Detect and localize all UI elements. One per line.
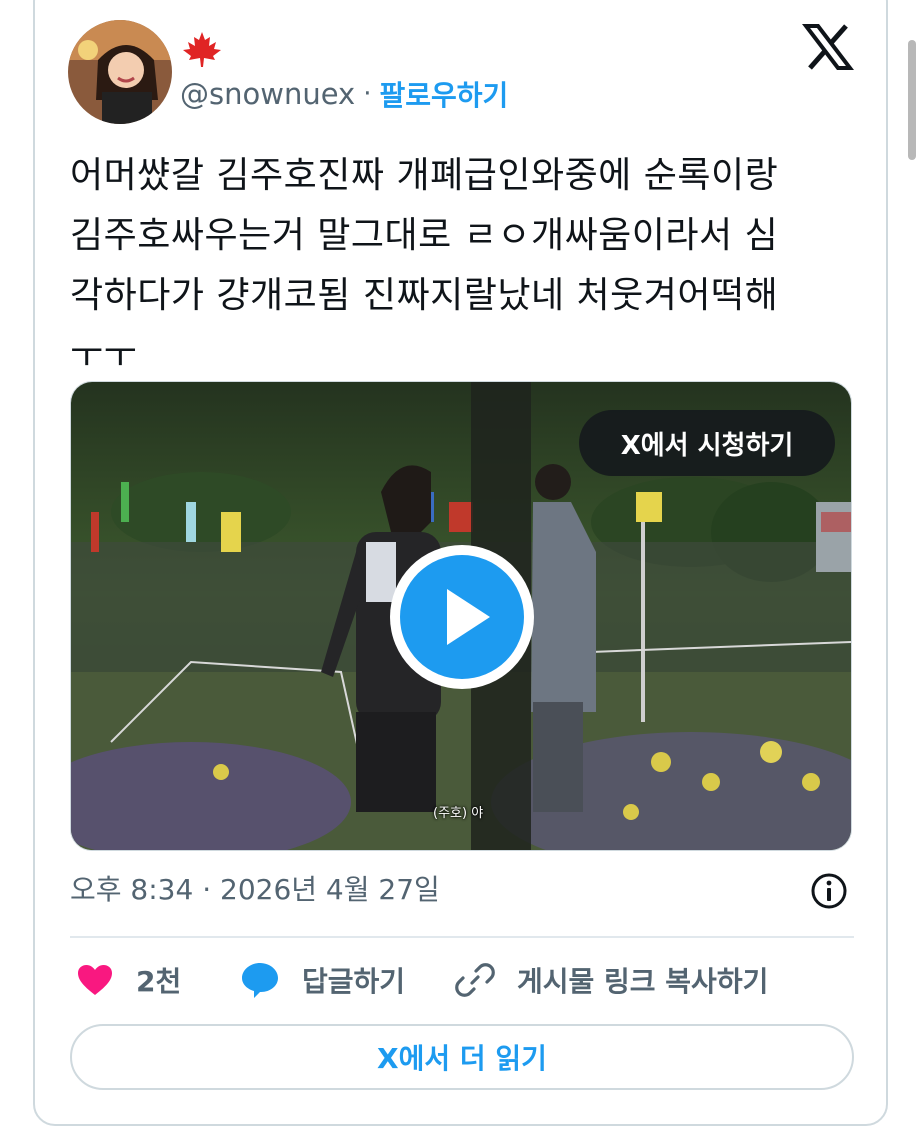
heart-icon xyxy=(78,965,112,995)
x-logo-icon[interactable] xyxy=(801,24,855,70)
info-icon[interactable] xyxy=(810,872,848,910)
link-icon xyxy=(455,963,495,997)
author-handle[interactable]: @snownuex xyxy=(180,77,355,111)
author-row: @snownuex · 팔로우하기 xyxy=(180,74,508,114)
tweet-timestamp[interactable]: 오후 8:34 · 2026년 4월 27일 xyxy=(70,868,440,908)
divider xyxy=(70,936,854,938)
like-count: 2천 xyxy=(136,965,182,998)
reply-label: 답글하기 xyxy=(302,965,406,998)
like-button[interactable]: 2천 xyxy=(76,955,181,1005)
avatar[interactable] xyxy=(68,20,172,124)
copy-link-label: 게시물 링크 복사하기 xyxy=(517,965,769,998)
reply-button[interactable]: 답글하기 xyxy=(240,955,405,1005)
video-player[interactable]: X에서 시청하기 (주호) 야 xyxy=(70,381,852,851)
play-button-inner xyxy=(400,555,524,679)
tweet-text: 어머썄갈 김주호진짜 개폐급인와중에 순록이랑 김주호싸우는거 말그대로 ㄹㅇ개… xyxy=(70,155,779,376)
watch-on-x-button[interactable]: X에서 시청하기 xyxy=(579,410,835,476)
action-bar: 2천 답글하기 게시물 링크 복사하기 xyxy=(70,955,860,1005)
play-icon xyxy=(447,589,490,645)
maple-leaf-icon xyxy=(180,30,224,68)
play-button[interactable] xyxy=(390,545,534,689)
scrollbar[interactable] xyxy=(908,40,916,160)
read-more-button[interactable]: X에서 더 읽기 xyxy=(70,1024,854,1090)
follow-button[interactable]: 팔로우하기 xyxy=(379,74,508,114)
reply-bubble-icon xyxy=(242,963,278,998)
video-subtitle: (주호) 야 xyxy=(433,806,484,821)
separator: · xyxy=(363,79,372,109)
copy-link-button[interactable]: 게시물 링크 복사하기 xyxy=(455,955,768,1005)
